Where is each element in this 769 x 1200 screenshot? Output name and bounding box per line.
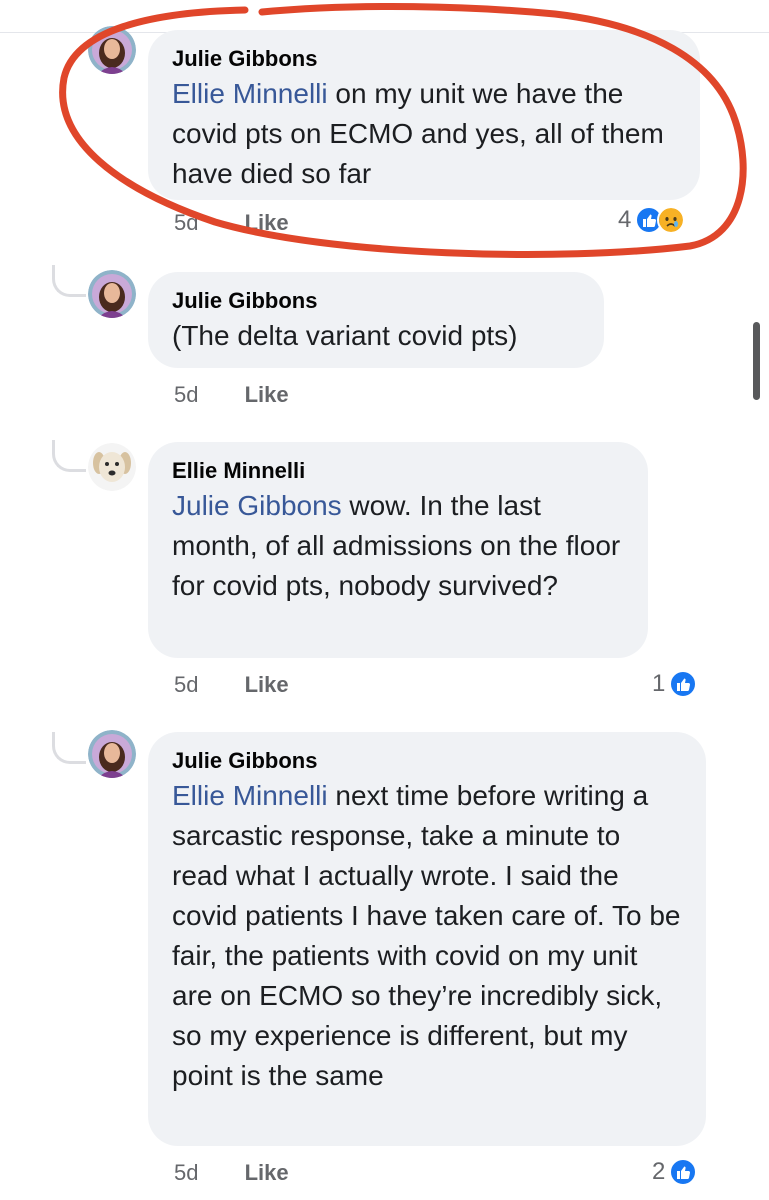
reply-thread-line [52, 732, 86, 764]
comment-timestamp[interactable]: 5d [174, 672, 198, 697]
thumbs-up-icon [669, 670, 698, 698]
mention-link[interactable]: Julie Gibbons [172, 490, 342, 521]
reply-thread-line [52, 440, 86, 472]
like-button[interactable]: Like [245, 382, 289, 407]
like-button[interactable]: Like [245, 210, 289, 235]
comment-meta: 5d Like [174, 672, 289, 698]
comment-bubble: Julie Gibbons Ellie Minnelli on my unit … [148, 30, 700, 200]
woman-portrait-avatar-icon [88, 730, 136, 778]
comment-meta: 5d Like [174, 1160, 289, 1186]
comment-body: next time before writing a sarcastic res… [172, 780, 681, 1091]
reaction-count: 2 [652, 1158, 666, 1185]
comment-meta: 5d Like [174, 210, 289, 236]
comment-timestamp[interactable]: 5d [174, 1160, 198, 1185]
thumbs-up-icon [669, 1158, 698, 1186]
reaction-summary[interactable]: 1 [652, 670, 698, 698]
woman-portrait-avatar-icon [88, 26, 136, 74]
like-button[interactable]: Like [245, 1160, 289, 1185]
comment-meta: 5d Like [174, 382, 289, 408]
dog-avatar-icon [88, 443, 136, 491]
comment-text: Julie Gibbons wow. In the last month, of… [172, 486, 624, 606]
comment-text: Ellie Minnelli on my unit we have the co… [172, 74, 676, 194]
mention-link[interactable]: Ellie Minnelli [172, 78, 328, 109]
sad-face-icon [657, 206, 686, 234]
comment-text: Ellie Minnelli next time before writing … [172, 776, 682, 1096]
comment-bubble: Ellie Minnelli Julie Gibbons wow. In the… [148, 442, 648, 658]
comment-bubble: Julie Gibbons Ellie Minnelli next time b… [148, 732, 706, 1146]
reply-thread-line [52, 265, 86, 297]
scrollbar-thumb[interactable] [753, 322, 760, 400]
comment-timestamp[interactable]: 5d [174, 210, 198, 235]
avatar-julie-gibbons[interactable] [88, 26, 136, 74]
avatar-julie-gibbons[interactable] [88, 270, 136, 318]
avatar-ellie-minnelli[interactable] [88, 443, 136, 491]
comment-text: (The delta variant covid pts) [172, 320, 518, 351]
mention-link[interactable]: Ellie Minnelli [172, 780, 328, 811]
reaction-count: 4 [618, 206, 632, 233]
comment-timestamp[interactable]: 5d [174, 382, 198, 407]
reaction-summary[interactable]: 4 [618, 206, 686, 234]
comment-author[interactable]: Julie Gibbons [172, 286, 580, 316]
like-button[interactable]: Like [245, 672, 289, 697]
comment-author[interactable]: Julie Gibbons [172, 746, 682, 776]
woman-portrait-avatar-icon [88, 270, 136, 318]
comment-author[interactable]: Ellie Minnelli [172, 456, 624, 486]
reaction-count: 1 [652, 670, 666, 697]
comment-author[interactable]: Julie Gibbons [172, 44, 676, 74]
avatar-julie-gibbons[interactable] [88, 730, 136, 778]
reaction-summary[interactable]: 2 [652, 1158, 698, 1186]
comment-bubble: Julie Gibbons (The delta variant covid p… [148, 272, 604, 368]
